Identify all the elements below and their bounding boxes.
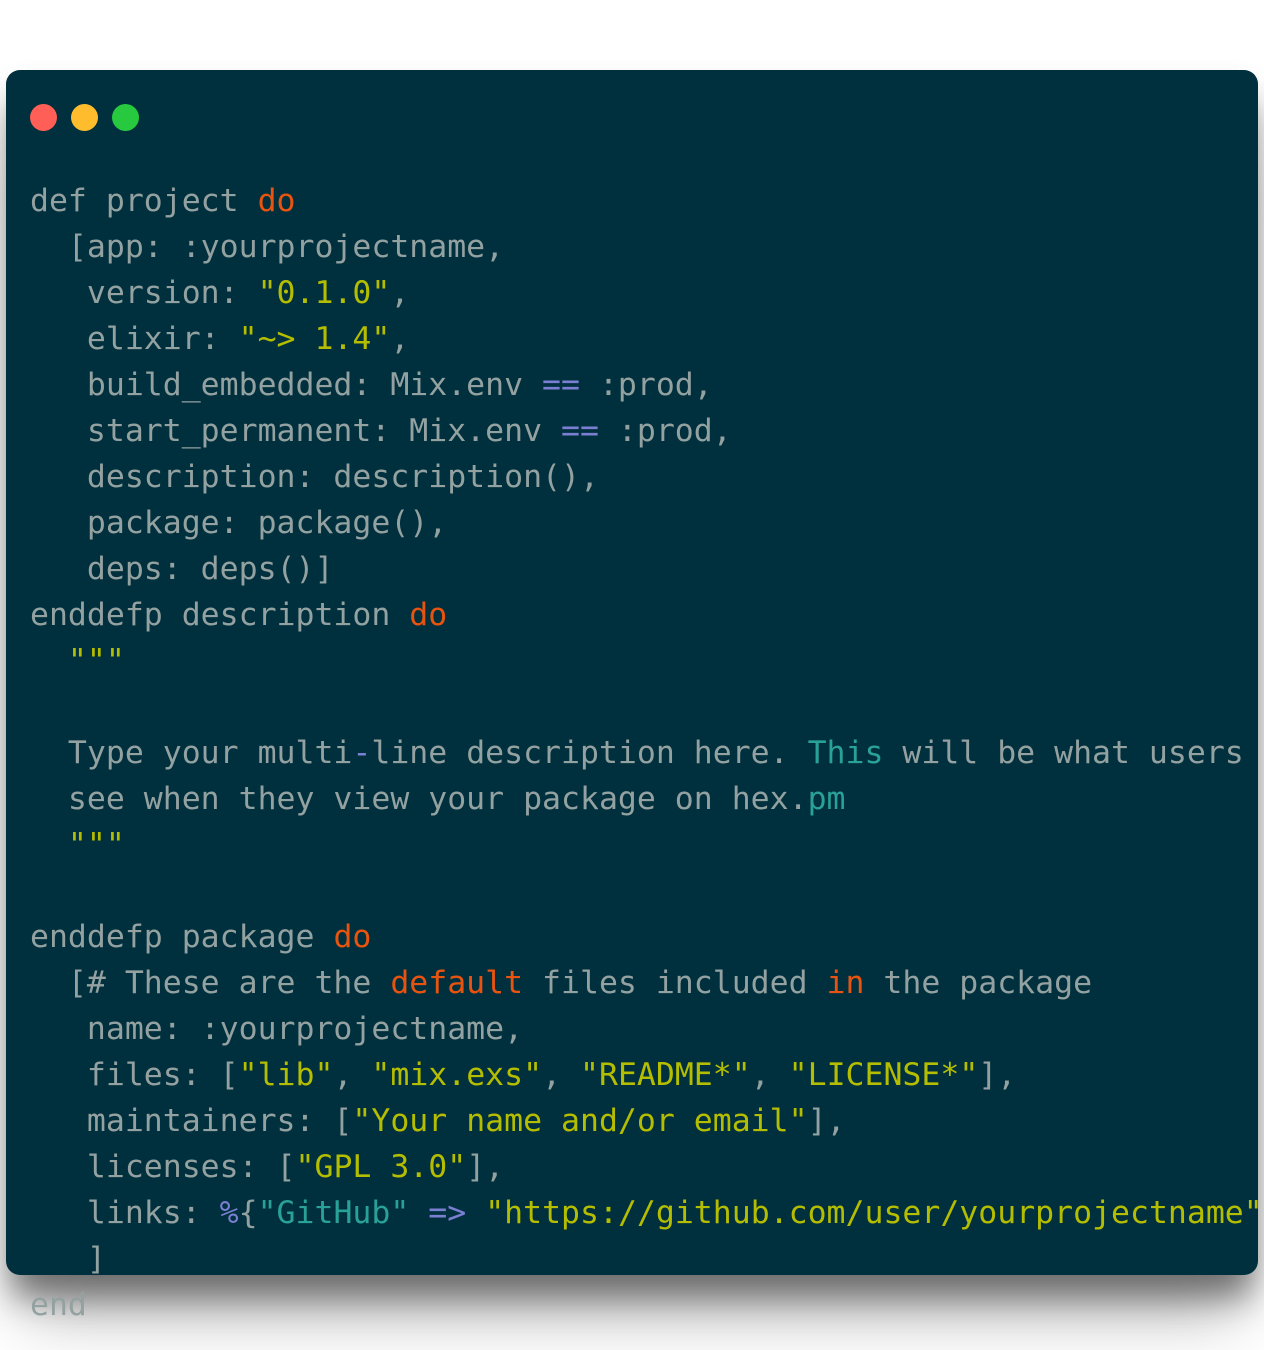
code-line: start_permanent: Mix.env == :prod, [30, 408, 1254, 454]
page-root: def project do [app: :yourprojectname, v… [0, 0, 1264, 1350]
code-line: maintainers: ["Your name and/or email"], [30, 1098, 1254, 1144]
code-line: version: "0.1.0", [30, 270, 1254, 316]
code-token-keyword: do [409, 597, 448, 633]
code-line: elixir: "~> 1.4", [30, 316, 1254, 362]
code-token-default: enddefp package [30, 919, 334, 955]
code-token-default: , [390, 321, 410, 357]
code-line: deps: deps()] [30, 546, 1254, 592]
maximize-button-icon[interactable] [112, 104, 139, 131]
code-token-default: [app: :yourprojectname, [30, 229, 505, 265]
code-token-default: see when they view your package on hex. [30, 781, 808, 817]
code-line: build_embedded: Mix.env == :prod, [30, 362, 1254, 408]
code-token-operator: == [561, 413, 599, 449]
code-token-cyan: "GitHub" [257, 1195, 410, 1231]
code-token-string: "https://github.com/user/yourprojectname… [485, 1195, 1263, 1231]
code-token-string: "lib" [238, 1057, 334, 1093]
code-line: enddefp description do [30, 592, 1254, 638]
code-token-keyword: in [826, 965, 865, 1001]
code-token-operator: == [542, 367, 580, 403]
code-token-operator: - [352, 735, 372, 771]
code-token-default: enddefp description [30, 597, 410, 633]
code-line: end [30, 1282, 1254, 1328]
code-line: [# These are the default files included … [30, 960, 1254, 1006]
code-token-string: """ [30, 827, 125, 863]
code-token-string: "README*" [580, 1057, 751, 1093]
code-token-default: build_embedded: Mix.env [30, 367, 543, 403]
code-line: Type your multi-line description here. T… [30, 730, 1254, 776]
code-token-default: links: [30, 1195, 220, 1231]
code-token-default: description: description(), [30, 459, 599, 495]
code-line: name: :yourprojectname, [30, 1006, 1254, 1052]
minimize-button-icon[interactable] [71, 104, 98, 131]
code-block[interactable]: def project do [app: :yourprojectname, v… [30, 178, 1264, 1328]
code-token-cyan: pm [807, 781, 846, 817]
code-line: """ [30, 638, 1254, 684]
code-token-default: files: [ [30, 1057, 239, 1093]
code-token-default: package: package(), [30, 505, 448, 541]
code-token-default: :prod, [598, 413, 732, 449]
code-token-string: "Your name and/or email" [352, 1103, 808, 1139]
code-token-default: , [390, 275, 410, 311]
code-token-default: [# These are the [30, 965, 391, 1001]
code-line: ] [30, 1236, 1254, 1282]
code-token-default: ], [466, 1149, 505, 1185]
code-line: def project do [30, 178, 1254, 224]
code-token-string: "LICENSE*" [788, 1057, 979, 1093]
code-token-default: version: [30, 275, 258, 311]
code-token-default: deps: deps()] [30, 551, 334, 587]
code-token-default: ], [978, 1057, 1017, 1093]
code-token-default: elixir: [30, 321, 239, 357]
code-line: [app: :yourprojectname, [30, 224, 1254, 270]
code-token-default: start_permanent: Mix.env [30, 413, 562, 449]
code-token-string: """ [30, 643, 125, 679]
code-token-default: will be what users [883, 735, 1244, 771]
code-token-operator: % [219, 1195, 239, 1231]
code-line: """ [30, 822, 1254, 868]
code-token-default: name: :yourprojectname, [30, 1011, 524, 1047]
code-token-default: maintainers: [ [30, 1103, 353, 1139]
code-token-default: , [333, 1057, 372, 1093]
code-line: enddefp package do [30, 914, 1254, 960]
code-token-default: , [542, 1057, 581, 1093]
code-token-string: "mix.exs" [371, 1057, 543, 1093]
code-token-default: ] [30, 1241, 106, 1277]
code-line: links: %{"GitHub" => "https://github.com… [30, 1190, 1264, 1236]
code-token-default: the package [864, 965, 1093, 1001]
code-token-keyword: do [333, 919, 372, 955]
code-token-default: def project [30, 183, 258, 219]
code-token-default [409, 1195, 428, 1231]
code-token-string: "GPL 3.0" [295, 1149, 467, 1185]
code-token-keyword: default [390, 965, 524, 1001]
code-token-default: :prod, [579, 367, 713, 403]
code-token-default: Type your multi [30, 735, 353, 771]
code-token-cyan: This [807, 735, 884, 771]
code-token-operator: => [428, 1195, 467, 1231]
code-token-string: "~> 1.4" [238, 321, 391, 357]
code-token-default: licenses: [ [30, 1149, 296, 1185]
code-line: licenses: ["GPL 3.0"], [30, 1144, 1254, 1190]
code-token-keyword: do [257, 183, 296, 219]
code-line: see when they view your package on hex.p… [30, 776, 1254, 822]
code-token-default: ], [807, 1103, 846, 1139]
code-token-default: line description here. [371, 735, 808, 771]
code-token-string: "0.1.0" [257, 275, 391, 311]
close-button-icon[interactable] [30, 104, 57, 131]
window-titlebar [30, 104, 139, 131]
code-line: package: package(), [30, 500, 1254, 546]
code-token-default: { [238, 1195, 258, 1231]
code-token-default: , [750, 1057, 789, 1093]
code-token-default: end [30, 1287, 87, 1323]
code-token-default: files included [523, 965, 827, 1001]
code-line: description: description(), [30, 454, 1254, 500]
code-line: files: ["lib", "mix.exs", "README*", "LI… [30, 1052, 1254, 1098]
code-token-default [466, 1195, 485, 1231]
